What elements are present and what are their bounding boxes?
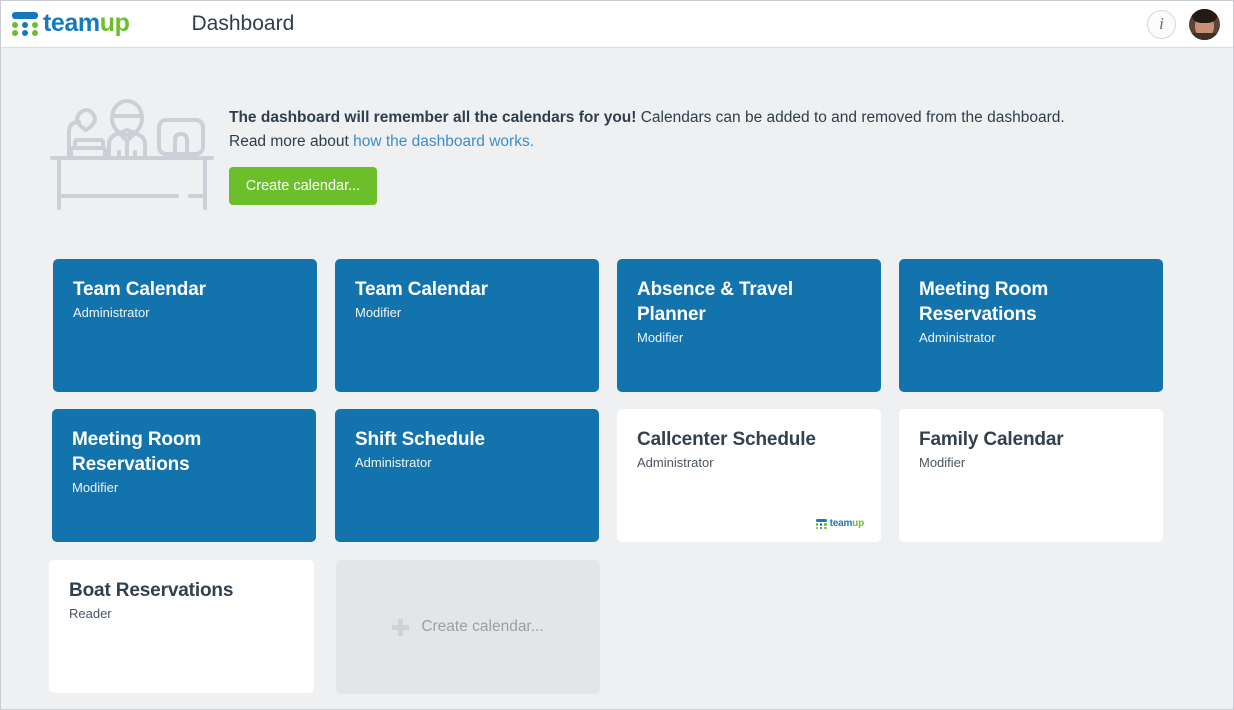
avatar-hair xyxy=(1192,8,1217,23)
create-calendar-button[interactable]: Create calendar... xyxy=(229,167,377,205)
banner-subline-prefix: Read more about xyxy=(229,133,354,150)
calendar-card-role: Administrator xyxy=(73,305,150,320)
calendar-card-role: Modifier xyxy=(355,305,402,320)
banner-headline-rest: Calendars can be added to and removed fr… xyxy=(636,109,1065,126)
calendar-card-title: Boat Reservations xyxy=(69,580,234,601)
desk-illustration xyxy=(50,99,214,210)
logo-dot xyxy=(32,30,38,36)
create-calendar-card-inner: Create calendar... xyxy=(336,560,600,694)
logo-dot-row-2 xyxy=(12,30,38,36)
teamup-badge-wordmark: teamup xyxy=(829,518,865,529)
create-calendar-card[interactable]: Create calendar... xyxy=(336,560,600,694)
logo-dot xyxy=(32,21,38,28)
logo-word-up: up xyxy=(99,8,130,37)
calendar-card[interactable]: Meeting Room Reservations Administrator xyxy=(899,259,1163,392)
calendar-card-role: Modifier xyxy=(637,330,684,345)
banner-text: The dashboard will remember all the cale… xyxy=(229,106,1159,154)
calendar-card-title: Meeting Room Reservations xyxy=(72,429,202,475)
calendar-card-title: Absence & Travel Planner xyxy=(637,279,794,325)
avatar[interactable] xyxy=(1189,8,1220,40)
teamup-badge: teamup xyxy=(815,518,865,529)
page-title: Dashboard xyxy=(191,12,295,35)
calendar-card[interactable]: Family Calendar Modifier xyxy=(899,409,1163,542)
badge-dot xyxy=(815,526,819,529)
logo-word-team: team xyxy=(43,8,100,37)
badge-dot-row-2 xyxy=(815,526,827,529)
calendar-card[interactable]: Callcenter Schedule Administrator teamup xyxy=(617,409,881,542)
calendar-card-role: Reader xyxy=(69,606,112,621)
calendar-card-role: Modifier xyxy=(72,480,119,495)
logo-wordmark: teamup xyxy=(43,8,130,38)
teamup-badge-icon xyxy=(815,519,827,529)
logo-dot xyxy=(22,21,28,28)
avatar-shirt xyxy=(1189,32,1220,40)
app-header: teamup Dashboard i xyxy=(1,1,1233,48)
calendar-card-title: Shift Schedule xyxy=(355,429,485,450)
calendar-card[interactable]: Shift Schedule Administrator xyxy=(335,409,599,542)
logo-bar xyxy=(12,12,38,19)
plus-icon xyxy=(392,618,410,636)
calendar-card-role: Administrator xyxy=(355,455,432,470)
calendar-card-role: Administrator xyxy=(637,455,714,470)
dashboard-page: teamup Dashboard i The dashboard will re… xyxy=(0,0,1234,710)
banner-subline: Read more about how the dashboard works. xyxy=(229,130,1159,154)
dashboard-works-link[interactable]: how the dashboard works. xyxy=(353,133,534,150)
calendar-card-role: Administrator xyxy=(919,330,996,345)
create-calendar-card-label: Create calendar... xyxy=(421,618,544,635)
intro-banner: The dashboard will remember all the cale… xyxy=(1,48,1233,233)
badge-dot xyxy=(824,526,827,529)
logo-dot xyxy=(12,30,18,36)
teamup-logo[interactable]: teamup xyxy=(12,1,130,47)
badge-word-up: up xyxy=(852,518,864,529)
teamup-logo-icon xyxy=(12,12,38,36)
calendar-card[interactable]: Team Calendar Modifier xyxy=(335,259,599,392)
badge-dot xyxy=(819,526,823,529)
badge-dot xyxy=(819,523,823,526)
calendar-card-title: Callcenter Schedule xyxy=(637,429,816,450)
banner-headline-strong: The dashboard will remember all the cale… xyxy=(229,109,637,126)
calendar-card[interactable]: Team Calendar Administrator xyxy=(53,259,317,392)
badge-word-team: team xyxy=(829,518,853,529)
calendar-card-title: Family Calendar xyxy=(919,429,1064,450)
calendar-card[interactable]: Absence & Travel Planner Modifier xyxy=(617,259,881,392)
calendar-card-title: Team Calendar xyxy=(73,279,206,300)
badge-dot-row-1 xyxy=(815,523,827,526)
badge-dot xyxy=(815,523,819,526)
header-actions: i xyxy=(1147,8,1220,40)
info-icon[interactable]: i xyxy=(1147,9,1176,39)
badge-dot xyxy=(824,523,827,526)
logo-dot xyxy=(22,30,28,36)
calendar-card-role: Modifier xyxy=(919,455,966,470)
calendar-card[interactable]: Meeting Room Reservations Modifier xyxy=(52,409,316,542)
badge-bar xyxy=(815,519,827,522)
logo-dot-row-1 xyxy=(12,21,38,28)
banner-headline: The dashboard will remember all the cale… xyxy=(229,106,1159,130)
calendar-card-title: Meeting Room Reservations xyxy=(919,279,1049,325)
calendar-card[interactable]: Boat Reservations Reader xyxy=(49,560,314,693)
calendar-card-title: Team Calendar xyxy=(355,279,488,300)
logo-dot xyxy=(12,21,18,28)
